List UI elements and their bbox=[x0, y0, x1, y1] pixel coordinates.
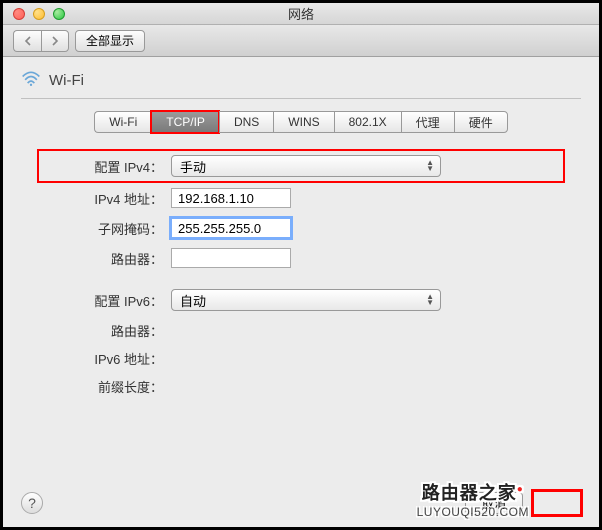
tab-dns[interactable]: DNS bbox=[219, 111, 273, 133]
subnet-mask-input[interactable] bbox=[171, 218, 291, 238]
tab-wifi[interactable]: Wi-Fi bbox=[94, 111, 151, 133]
tab-bar: Wi-Fi TCP/IP DNS WINS 802.1X 代理 硬件 bbox=[21, 111, 581, 133]
toolbar: 全部显示 bbox=[3, 25, 599, 57]
forward-button[interactable] bbox=[41, 30, 69, 52]
tab-proxy[interactable]: 代理 bbox=[401, 111, 454, 133]
ipv4-router-input[interactable] bbox=[171, 248, 291, 268]
chevron-updown-icon: ▲▼ bbox=[426, 160, 434, 172]
configure-ipv4-select[interactable]: 手动 ▲▼ bbox=[171, 155, 441, 177]
ok-button-highlight[interactable] bbox=[533, 491, 581, 515]
configure-ipv4-label: 配置 IPv4： bbox=[41, 157, 171, 176]
help-button[interactable]: ? bbox=[21, 492, 43, 514]
ipv4-address-input[interactable] bbox=[171, 188, 291, 208]
tab-tcpip[interactable]: TCP/IP bbox=[151, 111, 219, 133]
configure-ipv6-value: 自动 bbox=[180, 291, 206, 310]
tab-wins[interactable]: WINS bbox=[273, 111, 333, 133]
tab-8021x[interactable]: 802.1X bbox=[334, 111, 401, 133]
ipv6-router-label: 路由器： bbox=[41, 321, 171, 340]
chevron-updown-icon: ▲▼ bbox=[426, 294, 434, 306]
configure-ipv4-value: 手动 bbox=[180, 157, 206, 176]
configure-ipv6-select[interactable]: 自动 ▲▼ bbox=[171, 289, 441, 311]
window-title: 网络 bbox=[3, 4, 599, 23]
show-all-button[interactable]: 全部显示 bbox=[75, 30, 145, 52]
back-button[interactable] bbox=[13, 30, 41, 52]
configure-ipv6-label: 配置 IPv6： bbox=[41, 291, 171, 310]
ipv4-address-label: IPv4 地址： bbox=[41, 189, 171, 208]
ipv6-address-label: IPv6 地址： bbox=[41, 349, 171, 368]
prefix-length-label: 前缀长度： bbox=[41, 377, 171, 396]
cancel-button[interactable]: 取消 bbox=[465, 492, 523, 514]
subnet-mask-label: 子网掩码： bbox=[41, 219, 171, 238]
window-titlebar: 网络 bbox=[3, 3, 599, 25]
wifi-icon bbox=[21, 71, 41, 90]
tab-hardware[interactable]: 硬件 bbox=[454, 111, 508, 133]
ipv4-router-label: 路由器： bbox=[41, 249, 171, 268]
panel-title: Wi-Fi bbox=[49, 72, 84, 89]
